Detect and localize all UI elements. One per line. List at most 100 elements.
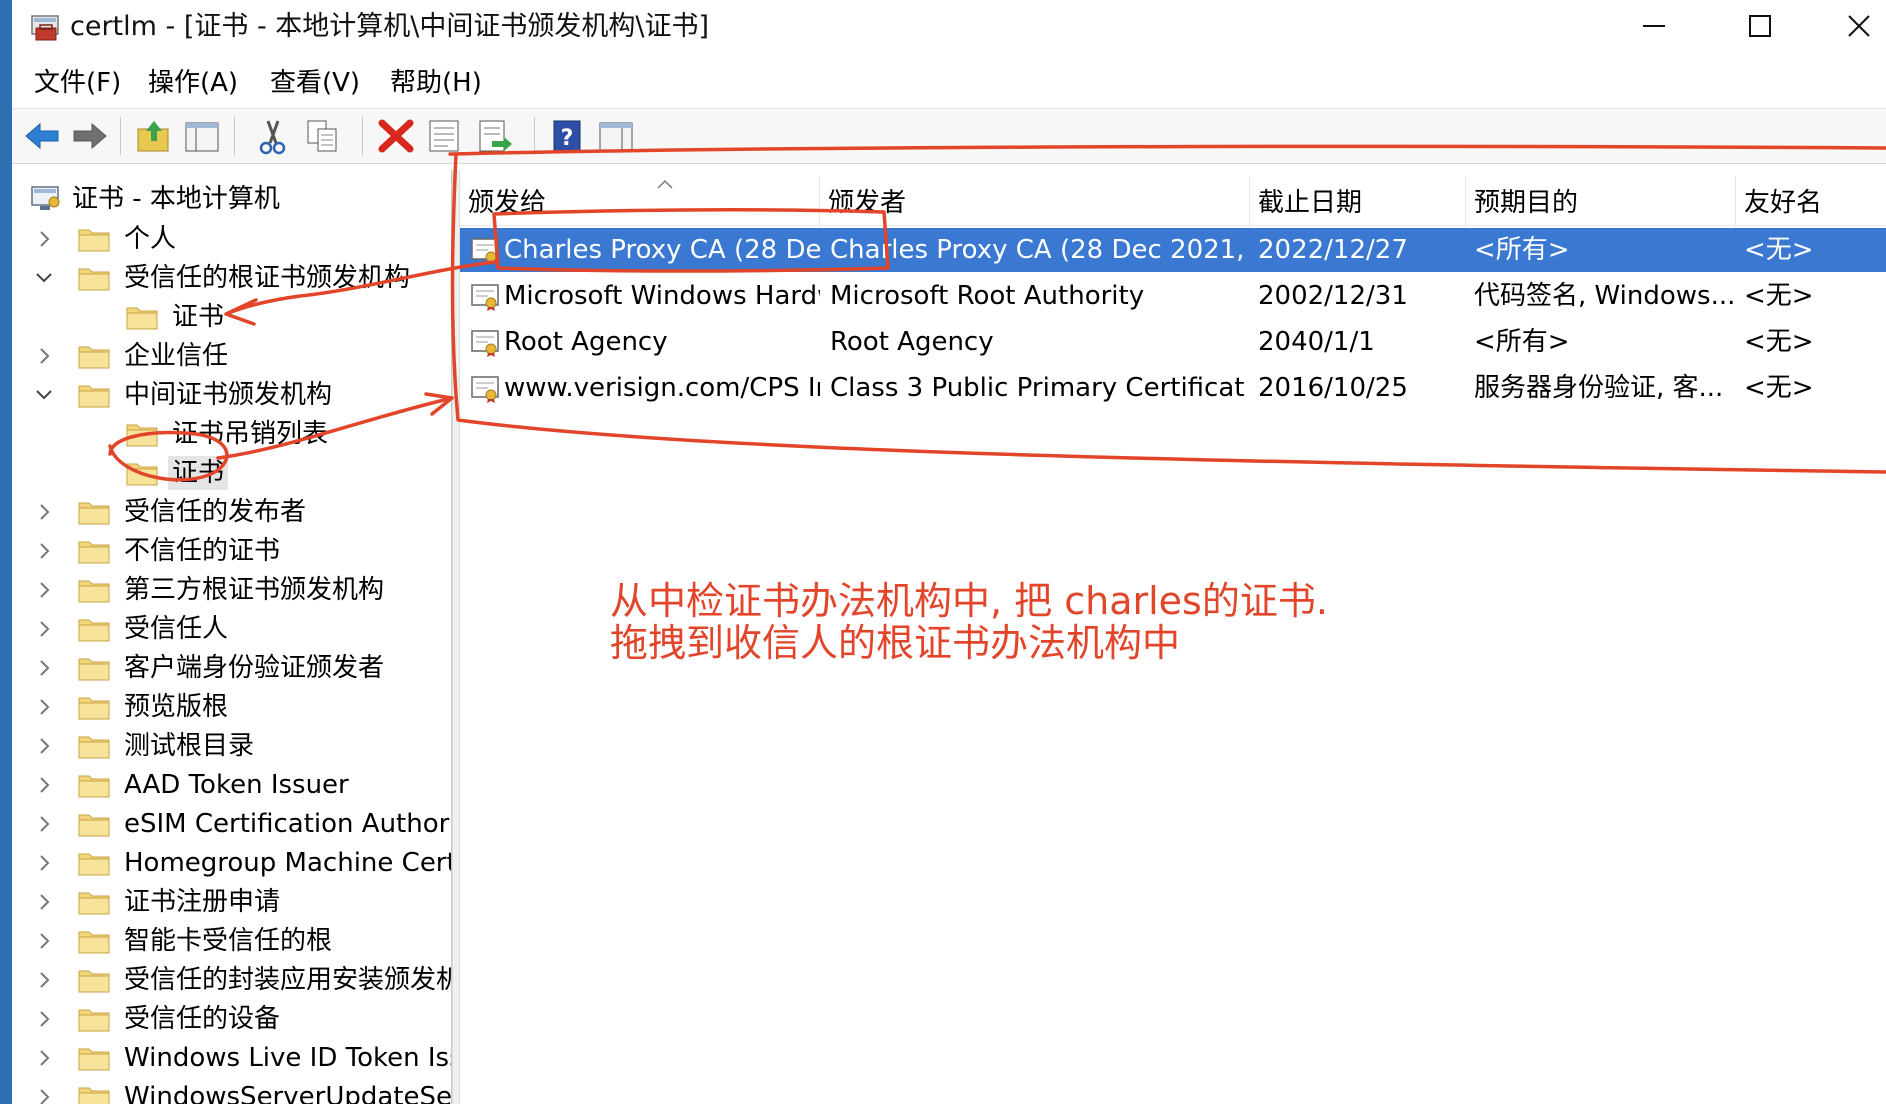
- chevron-right-icon[interactable]: [34, 497, 54, 527]
- certificate-row[interactable]: Root Agency Root Agency 2040/1/1 <所有> <无>: [460, 320, 1886, 364]
- tree-item-label: 个人: [124, 224, 177, 254]
- list-header: 颁发给 颁发者 截止日期 预期目的 友好名: [460, 176, 1886, 226]
- column-issued-by[interactable]: 颁发者: [820, 176, 1250, 226]
- cell-issued-to: Microsoft Windows Hardware ...: [504, 281, 820, 311]
- export-list-button[interactable]: [474, 115, 514, 157]
- tree-item-label: WindowsServerUpdateServices: [124, 1082, 452, 1104]
- tree-item-label: 证书: [168, 456, 229, 490]
- back-button[interactable]: [22, 115, 62, 157]
- chevron-right-icon[interactable]: [34, 1082, 54, 1104]
- tree-item-label: 受信任的发布者: [124, 497, 307, 527]
- column-friendly-name[interactable]: 友好名: [1736, 176, 1886, 226]
- tree-item-label: 证书: [172, 302, 225, 332]
- tree-item-label: 第三方根证书颁发机构: [124, 575, 385, 605]
- chevron-down-icon[interactable]: [34, 380, 54, 410]
- cell-friendly-name: <无>: [1744, 281, 1814, 311]
- tree-item-label: 证书吊销列表: [172, 419, 329, 449]
- action-pane-icon: [599, 122, 633, 152]
- up-one-level-button[interactable]: [134, 115, 174, 157]
- folder-icon: [78, 892, 110, 915]
- folder-icon: [78, 931, 110, 954]
- maximize-button[interactable]: [1718, 0, 1798, 56]
- maximize-icon: [1749, 15, 1771, 37]
- chevron-right-icon[interactable]: [34, 1043, 54, 1073]
- cell-issued-to: Root Agency: [504, 327, 668, 357]
- tree-item-label: 企业信任: [124, 341, 229, 371]
- chevron-down-icon[interactable]: [34, 263, 54, 293]
- chevron-right-icon[interactable]: [34, 965, 54, 995]
- forward-button[interactable]: [70, 115, 110, 157]
- minimize-icon: [1643, 25, 1665, 27]
- menu-action[interactable]: 操作(A): [148, 66, 238, 100]
- column-purpose[interactable]: 预期目的: [1466, 176, 1736, 226]
- tree-item-label: 受信任的封装应用安装颁发机构: [124, 965, 452, 995]
- tree-item-label: 受信任人: [124, 614, 229, 644]
- menu-help[interactable]: 帮助(H): [390, 66, 482, 100]
- folder-icon: [78, 697, 110, 720]
- cell-expiry: 2016/10/25: [1258, 373, 1408, 403]
- chevron-right-icon[interactable]: [34, 224, 54, 254]
- menu-view[interactable]: 查看(V): [270, 66, 360, 100]
- chevron-right-icon[interactable]: [34, 809, 54, 839]
- tree-item-label: AAD Token Issuer: [124, 770, 349, 800]
- chevron-right-icon[interactable]: [34, 887, 54, 917]
- chevron-right-icon[interactable]: [34, 1004, 54, 1034]
- cell-issued-to: Charles Proxy CA (28 Dec 202...: [504, 235, 820, 265]
- folder-icon: [78, 385, 110, 408]
- chevron-right-icon[interactable]: [34, 692, 54, 722]
- help-question-icon: ?: [553, 120, 581, 152]
- chevron-right-icon[interactable]: [34, 653, 54, 683]
- cell-purpose: 代码签名, Windows...: [1474, 281, 1734, 311]
- back-arrow-icon: [25, 122, 59, 150]
- chevron-right-icon[interactable]: [34, 731, 54, 761]
- chevron-right-icon[interactable]: [34, 536, 54, 566]
- close-icon: [1848, 15, 1870, 37]
- column-expiry[interactable]: 截止日期: [1250, 176, 1466, 226]
- show-hide-tree-button[interactable]: [182, 115, 222, 157]
- copy-button[interactable]: [302, 115, 342, 157]
- export-list-icon: [479, 120, 512, 152]
- folder-icon: [126, 463, 158, 486]
- tree-item-label: 预览版根: [124, 692, 229, 722]
- window-title: certlm - [证书 - 本地计算机\中间证书颁发机构\证书]: [70, 11, 710, 42]
- certificate-icon: [471, 284, 499, 311]
- certificate-icon: [471, 238, 499, 265]
- delete-x-icon: [378, 119, 414, 153]
- cut-button[interactable]: [252, 115, 292, 157]
- properties-button[interactable]: [424, 115, 464, 157]
- certlm-window: certlm - [证书 - 本地计算机\中间证书颁发机构\证书] 文件(F) …: [12, 0, 1886, 1104]
- folder-icon: [78, 814, 110, 837]
- chevron-right-icon[interactable]: [34, 341, 54, 371]
- column-issued-to[interactable]: 颁发给: [460, 176, 820, 226]
- certificate-row[interactable]: Charles Proxy CA (28 Dec 202... Charles P…: [460, 228, 1886, 272]
- chevron-right-icon[interactable]: [34, 614, 54, 644]
- tree-item-label: 不信任的证书: [124, 536, 281, 566]
- cell-friendly-name: <无>: [1744, 327, 1814, 357]
- certificate-row[interactable]: www.verisign.com/CPS Incorp.... Class 3 P…: [460, 366, 1886, 410]
- tree-item-label: Homegroup Machine Certificates: [124, 848, 451, 878]
- help-button[interactable]: ?: [548, 115, 588, 157]
- folder-icon: [78, 502, 110, 525]
- certificate-row[interactable]: Microsoft Windows Hardware ... Microsoft …: [460, 274, 1886, 318]
- chevron-right-icon[interactable]: [34, 926, 54, 956]
- delete-button[interactable]: [376, 115, 416, 157]
- folder-icon: [78, 970, 110, 993]
- minimize-button[interactable]: [1612, 0, 1692, 56]
- folder-icon: [78, 229, 110, 252]
- cell-issued-to: www.verisign.com/CPS Incorp....: [504, 373, 820, 403]
- folder-icon: [78, 1087, 110, 1104]
- menu-file[interactable]: 文件(F): [34, 66, 121, 100]
- annotation-instruction: 从中检证书办法机构中, 把 charles的证书. 拖拽到收信人的根证书办法机构…: [610, 579, 1328, 665]
- close-button[interactable]: [1818, 0, 1886, 56]
- tree-root-label: 证书 - 本地计算机: [72, 184, 280, 214]
- folder-icon: [78, 619, 110, 642]
- chevron-right-icon[interactable]: [34, 770, 54, 800]
- folder-icon: [78, 268, 110, 291]
- chevron-right-icon[interactable]: [34, 848, 54, 878]
- folder-icon: [126, 424, 158, 447]
- action-pane-button[interactable]: [596, 115, 636, 157]
- cell-issued-by: Root Agency: [830, 327, 994, 357]
- chevron-right-icon[interactable]: [34, 575, 54, 605]
- pane-splitter[interactable]: [452, 170, 460, 1104]
- folder-icon: [78, 736, 110, 759]
